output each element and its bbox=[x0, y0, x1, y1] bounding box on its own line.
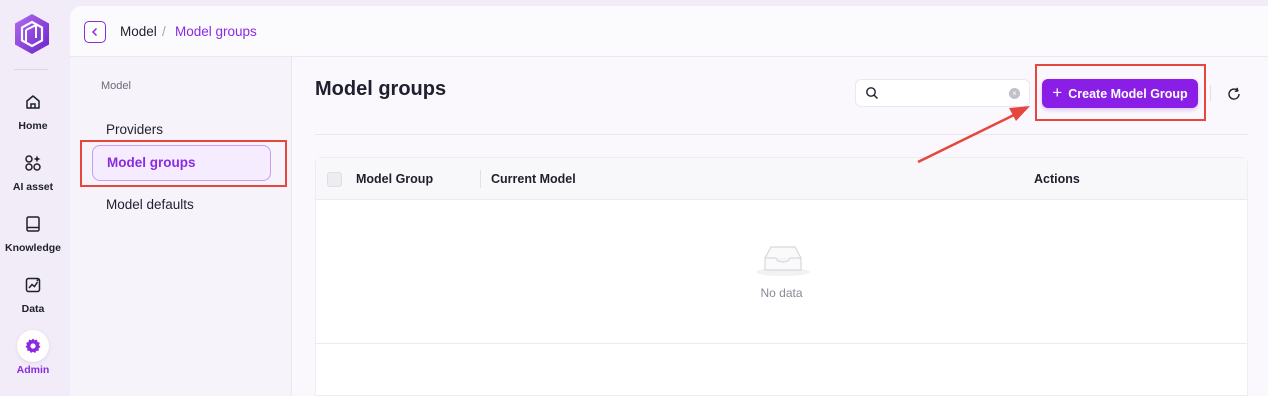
rail-label: Admin bbox=[16, 364, 50, 376]
content-area: Model groups × + Create Model Group Mode… bbox=[292, 57, 1268, 396]
chevron-left-icon bbox=[91, 27, 98, 37]
breadcrumb-separator: / bbox=[162, 24, 166, 39]
empty-state: No data bbox=[316, 200, 1247, 344]
search-box[interactable]: × bbox=[855, 79, 1030, 107]
rail-item-data[interactable]: Data bbox=[0, 273, 66, 329]
book-icon bbox=[21, 212, 45, 236]
refresh-icon[interactable] bbox=[1226, 86, 1242, 102]
breadcrumb-current: Model groups bbox=[175, 24, 257, 39]
rail-item-ai-asset[interactable]: AI asset bbox=[0, 151, 66, 207]
model-groups-table: Model Group Current Model Actions No dat… bbox=[315, 157, 1248, 396]
empty-inbox-icon bbox=[756, 246, 810, 276]
search-input[interactable] bbox=[884, 84, 1002, 102]
table-header: Model Group Current Model Actions bbox=[316, 158, 1247, 200]
subnav-title: Model bbox=[101, 80, 131, 92]
rail-label: AI asset bbox=[12, 181, 54, 193]
rail-item-admin[interactable]: Admin bbox=[0, 330, 66, 386]
plus-icon: + bbox=[1052, 83, 1063, 102]
rail-item-home[interactable]: Home bbox=[0, 90, 66, 146]
rail-divider bbox=[14, 69, 48, 70]
create-button-label: Create Model Group bbox=[1068, 86, 1188, 101]
toolbar-divider bbox=[1210, 85, 1211, 101]
empty-text: No data bbox=[760, 286, 803, 300]
clear-icon[interactable]: × bbox=[1009, 88, 1020, 99]
rail-item-knowledge[interactable]: Knowledge bbox=[0, 212, 66, 268]
column-header-model-group: Model Group bbox=[356, 172, 434, 186]
subnav-item-providers[interactable]: Providers bbox=[92, 112, 271, 148]
page-title: Model groups bbox=[315, 78, 447, 100]
rail-label: Data bbox=[21, 303, 45, 315]
back-button[interactable] bbox=[84, 21, 106, 43]
main-panel: Model / Model groups Model Providers Mod… bbox=[70, 6, 1268, 396]
create-model-group-button[interactable]: + Create Model Group bbox=[1042, 79, 1198, 108]
breadcrumb-model[interactable]: Model bbox=[120, 24, 157, 39]
subnav-item-model-defaults[interactable]: Model defaults bbox=[92, 187, 271, 223]
top-bar: Model / Model groups bbox=[70, 6, 1268, 57]
chart-icon bbox=[21, 273, 45, 297]
sub-navigation: Model Providers Model groups Model defau… bbox=[70, 57, 292, 396]
ai-asset-icon bbox=[21, 151, 45, 175]
header-divider bbox=[315, 134, 1248, 135]
home-icon bbox=[21, 90, 45, 114]
search-icon bbox=[866, 87, 878, 99]
select-all-checkbox[interactable] bbox=[327, 172, 342, 187]
subnav-item-model-groups[interactable]: Model groups bbox=[92, 145, 271, 181]
column-header-actions: Actions bbox=[1034, 172, 1080, 186]
app-logo-icon[interactable] bbox=[13, 13, 51, 55]
left-rail: Home AI asset Knowledge Data Admin bbox=[0, 0, 68, 396]
rail-label: Home bbox=[18, 120, 48, 132]
rail-label: Knowledge bbox=[4, 242, 61, 254]
gear-icon bbox=[17, 330, 49, 362]
column-header-current-model: Current Model bbox=[491, 172, 576, 186]
column-divider bbox=[480, 170, 481, 188]
